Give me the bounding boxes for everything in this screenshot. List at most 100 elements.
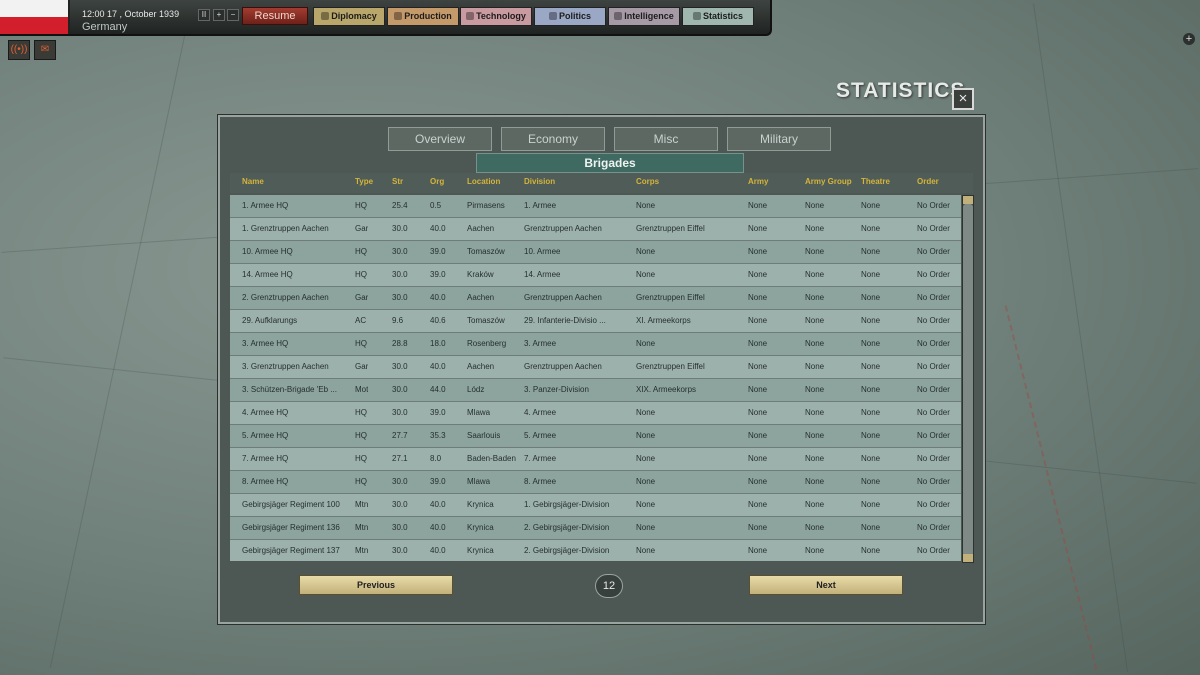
- column-header[interactable]: Army: [748, 177, 768, 186]
- table-cell: 27.1: [392, 454, 408, 463]
- table-cell: None: [748, 270, 768, 279]
- tab-statistics[interactable]: Statistics: [682, 7, 754, 26]
- table-cell: None: [805, 546, 825, 555]
- table-cell: 7. Armee: [524, 454, 557, 463]
- column-header[interactable]: Name: [242, 177, 264, 186]
- scroll-down-icon[interactable]: [963, 554, 973, 562]
- table-cell: 40.6: [430, 316, 446, 325]
- table-cell: Mtn: [355, 546, 369, 555]
- tab-technology[interactable]: Technology: [460, 7, 532, 26]
- table-cell: None: [748, 546, 768, 555]
- table-row[interactable]: 5. Armee HQ HQ 27.7 35.3 Saarlouis 5. Armee No…: [230, 425, 961, 448]
- table-cell: Kraków: [467, 270, 494, 279]
- table-cell: None: [636, 247, 656, 256]
- column-header[interactable]: Order: [917, 177, 939, 186]
- table-cell: Krynica: [467, 546, 494, 555]
- table-row[interactable]: 3. Grenztruppen Aachen Gar 30.0 40.0 Aachen G…: [230, 356, 961, 379]
- column-header[interactable]: Theatre: [861, 177, 890, 186]
- table-cell: None: [805, 408, 825, 417]
- table-cell: 30.0: [392, 362, 408, 371]
- table-row[interactable]: Gebirgsjäger Regiment 100 Mtn 30.0 40.0 Kryn…: [230, 494, 961, 517]
- table-cell: Pirmasens: [467, 201, 505, 210]
- table-cell: None: [805, 270, 825, 279]
- tab-diplomacy[interactable]: Diplomacy: [313, 7, 385, 26]
- tab-misc[interactable]: Misc: [614, 127, 718, 151]
- table-cell: 25.4: [392, 201, 408, 210]
- table-cell: Grenztruppen Aachen: [524, 362, 602, 371]
- table-row[interactable]: 8. Armee HQ HQ 30.0 39.0 Mlawa 8. Armee None No…: [230, 471, 961, 494]
- table-row[interactable]: 2. Grenztruppen Aachen Gar 30.0 40.0 Aachen G…: [230, 287, 961, 310]
- column-header[interactable]: Corps: [636, 177, 659, 186]
- table-cell: None: [861, 316, 881, 325]
- table-cell: None: [636, 454, 656, 463]
- table-row[interactable]: 29. Aufklarungs AC 9.6 40.6 Tomaszów 29. Infa…: [230, 310, 961, 333]
- column-header[interactable]: Str: [392, 177, 403, 186]
- table-cell: Mlawa: [467, 477, 491, 486]
- close-button[interactable]: ×: [952, 88, 974, 110]
- table-cell: None: [861, 339, 881, 348]
- zoom-in-icon[interactable]: +: [1183, 33, 1195, 45]
- table-row[interactable]: 4. Armee HQ HQ 30.0 39.0 Mlawa 4. Armee None No…: [230, 402, 961, 425]
- scroll-up-icon[interactable]: [963, 196, 973, 204]
- next-button[interactable]: Next: [749, 575, 903, 595]
- table-cell: XIX. Armeekorps: [636, 385, 697, 394]
- table-cell: 30.0: [392, 477, 408, 486]
- table-row[interactable]: Gebirgsjäger Regiment 136 Mtn 30.0 40.0 Kryn…: [230, 517, 961, 540]
- tab-military[interactable]: Military: [727, 127, 831, 151]
- column-header[interactable]: Division: [524, 177, 555, 186]
- tab-label: Intelligence: [624, 11, 674, 21]
- previous-button[interactable]: Previous: [299, 575, 453, 595]
- table-cell: 8. Armee: [524, 477, 557, 486]
- table-row[interactable]: 10. Armee HQ HQ 30.0 39.0 Tomaszów 10. Armee N…: [230, 241, 961, 264]
- tab-politics[interactable]: Politics: [534, 7, 606, 26]
- table-cell: None: [636, 201, 656, 210]
- table-cell: Tomaszów: [467, 247, 505, 256]
- table-cell: None: [748, 224, 768, 233]
- resume-button[interactable]: Resume: [242, 7, 308, 25]
- table-scrollbar[interactable]: [962, 195, 974, 563]
- table-cell: None: [861, 201, 881, 210]
- table-cell: Rosenberg: [467, 339, 507, 348]
- column-header[interactable]: Location: [467, 177, 500, 186]
- table-cell: None: [805, 201, 825, 210]
- table-row[interactable]: 1. Armee HQ HQ 25.4 0.5 Pirmasens 1. Armee Non…: [230, 195, 961, 218]
- tab-label: Politics: [558, 11, 591, 21]
- message-icon[interactable]: ✉: [34, 40, 56, 60]
- table-cell: 30.0: [392, 546, 408, 555]
- column-header[interactable]: Org: [430, 177, 444, 186]
- country-flag[interactable]: [0, 0, 70, 34]
- table-cell: Lódz: [467, 385, 485, 394]
- table-cell: None: [636, 270, 656, 279]
- brigades-table[interactable]: 1. Armee HQ HQ 25.4 0.5 Pirmasens 1. Armee Non…: [230, 195, 961, 561]
- table-cell: 1. Armee: [524, 201, 557, 210]
- pause-button[interactable]: II: [198, 9, 210, 21]
- table-cell: 9.6: [392, 316, 404, 325]
- table-row[interactable]: 3. Schützen-Brigade 'Eb ... Mot 30.0 44.0 Ló…: [230, 379, 961, 402]
- table-cell: 14. Armee HQ: [242, 270, 293, 279]
- radio-icon[interactable]: ((•)): [8, 40, 30, 60]
- table-row[interactable]: Gebirgsjäger Regiment 137 Mtn 30.0 40.0 Kryn…: [230, 540, 961, 561]
- scroll-thumb[interactable]: [963, 204, 973, 556]
- table-cell: None: [861, 523, 881, 532]
- table-cell: 7. Armee HQ: [242, 454, 289, 463]
- tab-economy[interactable]: Economy: [501, 127, 605, 151]
- table-cell: 40.0: [430, 362, 446, 371]
- tab-production[interactable]: Production: [387, 7, 459, 26]
- table-cell: None: [805, 454, 825, 463]
- speed-down-button[interactable]: −: [227, 9, 239, 21]
- table-cell: None: [805, 224, 825, 233]
- table-cell: Gar: [355, 293, 369, 302]
- table-row[interactable]: 1. Grenztruppen Aachen Gar 30.0 40.0 Aachen G…: [230, 218, 961, 241]
- speed-up-button[interactable]: +: [213, 9, 225, 21]
- column-header[interactable]: Army Group: [805, 177, 852, 186]
- table-cell: None: [805, 316, 825, 325]
- table-cell: HQ: [355, 270, 367, 279]
- table-cell: None: [636, 546, 656, 555]
- table-row[interactable]: 7. Armee HQ HQ 27.1 8.0 Baden-Baden 7. Armee N…: [230, 448, 961, 471]
- table-row[interactable]: 14. Armee HQ HQ 30.0 39.0 Kraków 14. Armee Non…: [230, 264, 961, 287]
- column-header[interactable]: Type: [355, 177, 373, 186]
- table-cell: Grenztruppen Eiffel: [636, 362, 705, 371]
- table-row[interactable]: 3. Armee HQ HQ 28.8 18.0 Rosenberg 3. Armee No…: [230, 333, 961, 356]
- tab-overview[interactable]: Overview: [388, 127, 492, 151]
- tab-intelligence[interactable]: Intelligence: [608, 7, 680, 26]
